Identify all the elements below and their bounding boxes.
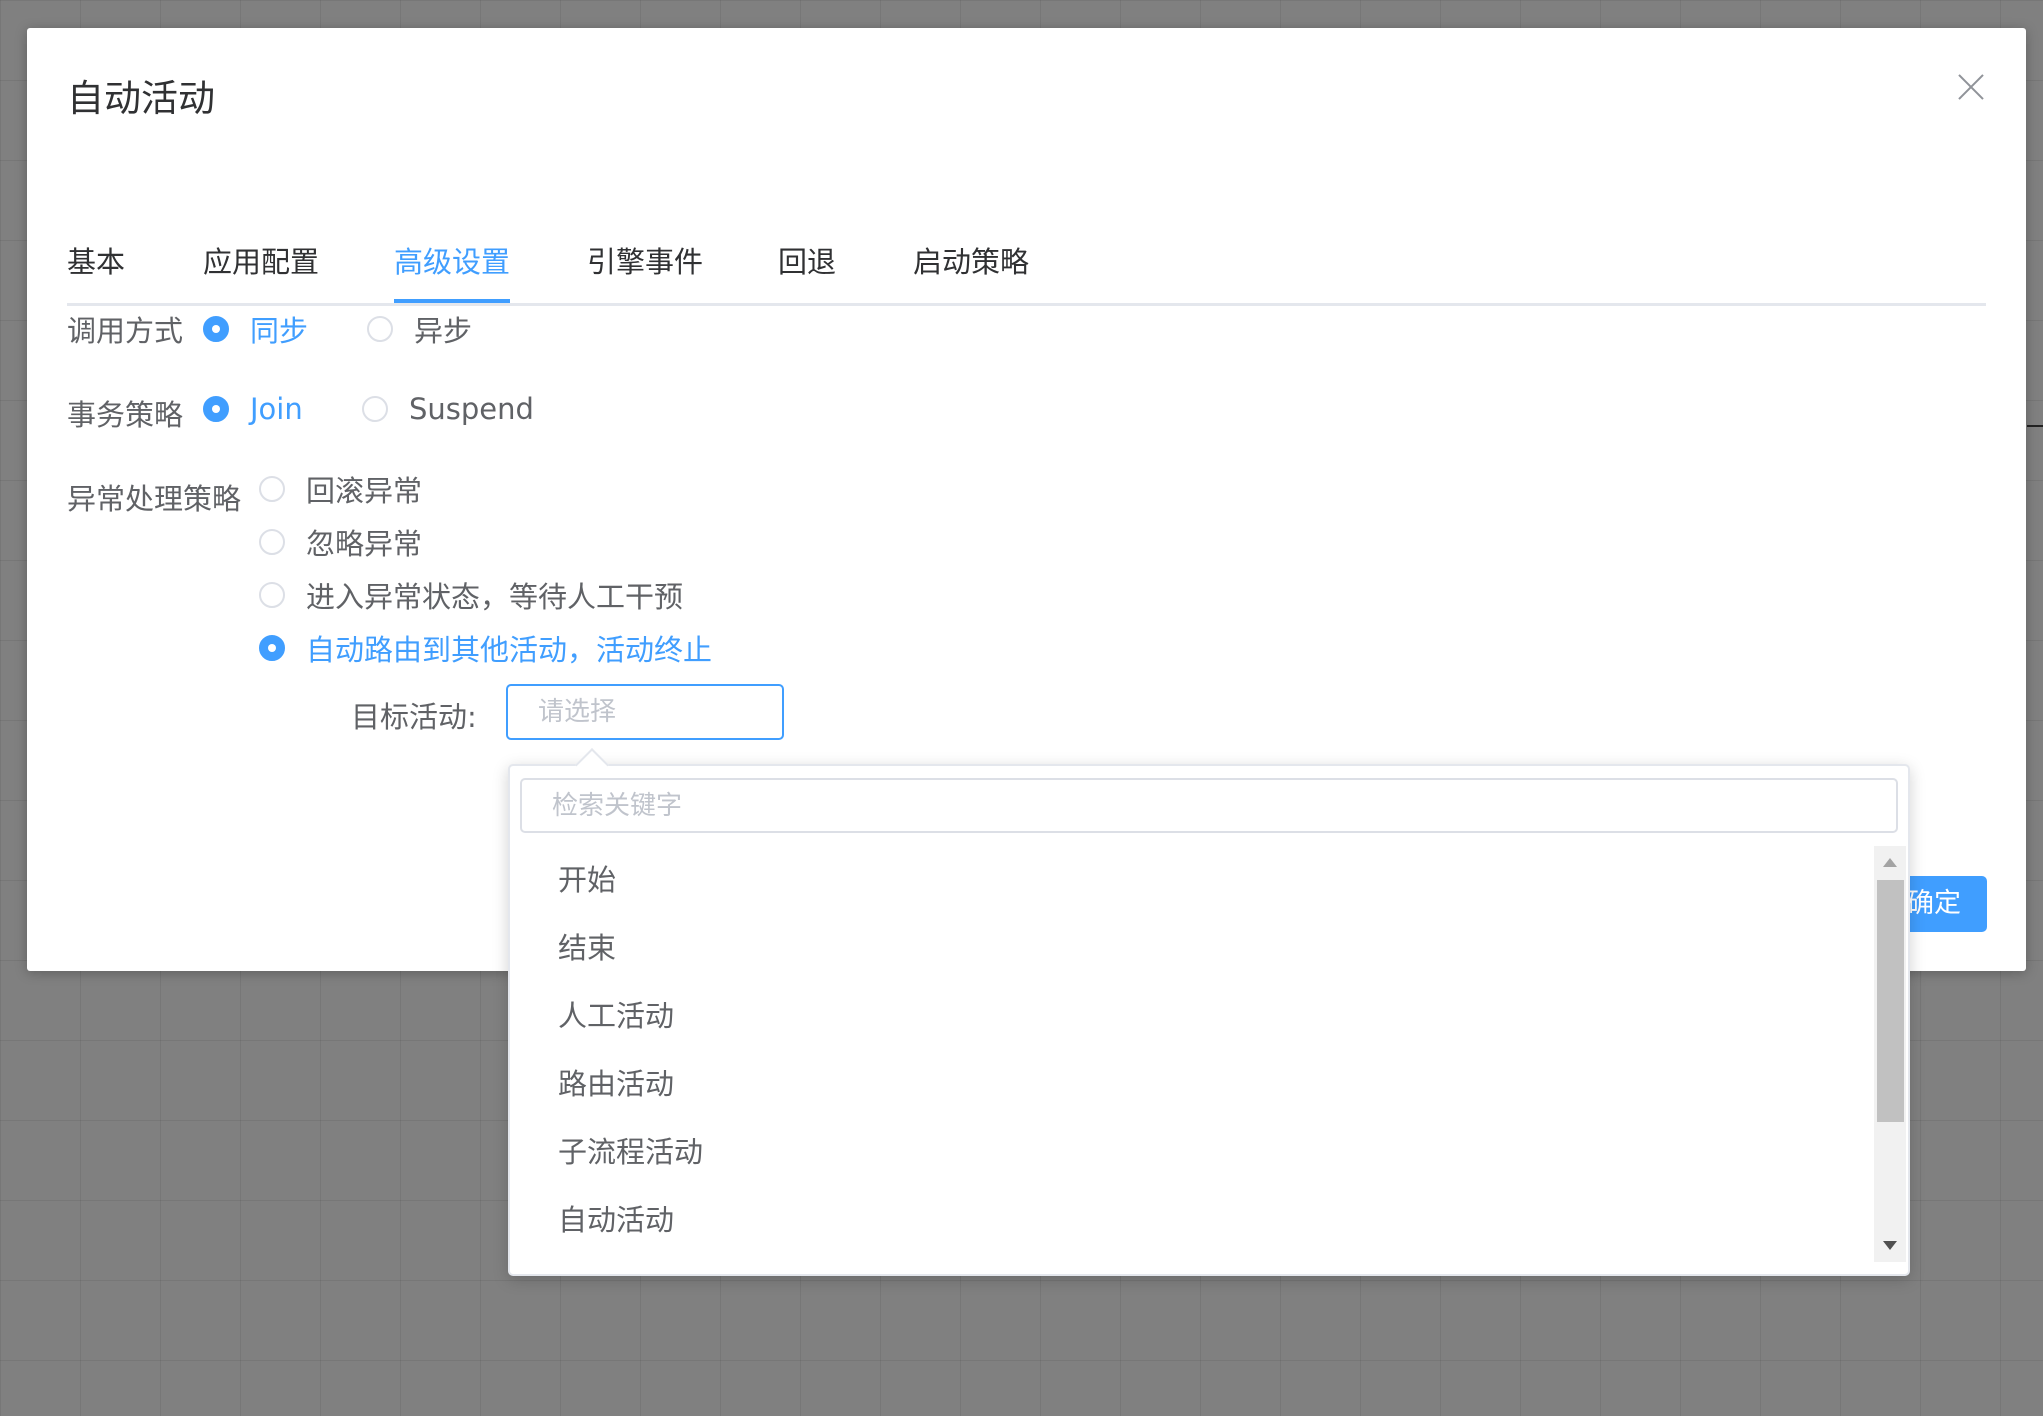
- dropdown-option-auto-activity[interactable]: 自动活动: [510, 1186, 1874, 1254]
- transaction-strategy-label: 事务策略: [67, 398, 184, 432]
- tab-bar: 基本 应用配置 高级设置 引擎事件 回退 启动策略: [67, 213, 1986, 306]
- radio-label: Suspend: [409, 392, 534, 426]
- radio-circle: [259, 582, 285, 608]
- tab-advanced-settings[interactable]: 高级设置: [394, 213, 511, 303]
- call-mode-label: 调用方式: [67, 314, 184, 348]
- tab-launch-strategy[interactable]: 启动策略: [913, 213, 1029, 300]
- dropdown-scrollbar[interactable]: [1874, 846, 1906, 1262]
- radio-transaction-suspend[interactable]: Suspend: [362, 392, 534, 426]
- target-activity-dropdown: 开始 结束 人工活动 路由活动 子流程活动 自动活动: [508, 764, 1910, 1276]
- radio-circle: [259, 476, 285, 502]
- radio-call-mode-async[interactable]: 异步: [367, 308, 472, 350]
- scrollbar-thumb[interactable]: [1877, 880, 1904, 1122]
- target-activity-label: 目标活动:: [351, 700, 477, 734]
- dropdown-option-route-activity[interactable]: 路由活动: [510, 1050, 1874, 1118]
- radio-label: 异步: [414, 314, 473, 348]
- radio-exception-auto-route[interactable]: 自动路由到其他活动，活动终止: [259, 627, 712, 669]
- tab-basic[interactable]: 基本: [67, 213, 125, 300]
- dialog-title: 自动活动: [67, 77, 215, 120]
- dropdown-option-start[interactable]: 开始: [510, 846, 1874, 914]
- dropdown-option-subprocess-activity[interactable]: 子流程活动: [510, 1118, 1874, 1186]
- tab-app-config[interactable]: 应用配置: [203, 213, 319, 300]
- radio-transaction-join[interactable]: Join: [203, 392, 303, 426]
- dropdown-options-list: 开始 结束 人工活动 路由活动 子流程活动 自动活动: [510, 846, 1874, 1254]
- exception-strategy-label: 异常处理策略: [67, 482, 242, 516]
- scroll-down-arrow-icon[interactable]: [1883, 1241, 1897, 1250]
- tab-rollback[interactable]: 回退: [778, 213, 836, 300]
- radio-label: 回滚异常: [306, 474, 423, 508]
- radio-call-mode-sync[interactable]: 同步: [203, 308, 308, 350]
- radio-label: 同步: [250, 314, 309, 348]
- radio-exception-manual[interactable]: 进入异常状态，等待人工干预: [259, 574, 683, 616]
- radio-circle: [203, 316, 229, 342]
- dropdown-search-input[interactable]: [520, 778, 1898, 833]
- radio-circle: [367, 316, 393, 342]
- dropdown-option-manual-activity[interactable]: 人工活动: [510, 982, 1874, 1050]
- radio-label: Join: [250, 392, 303, 426]
- background-line-mark: [2027, 425, 2043, 427]
- close-icon[interactable]: [1954, 70, 1988, 104]
- radio-circle: [362, 396, 388, 422]
- radio-label: 自动路由到其他活动，活动终止: [306, 633, 713, 667]
- radio-label: 进入异常状态，等待人工干预: [306, 580, 684, 614]
- radio-exception-rollback[interactable]: 回滚异常: [259, 468, 422, 510]
- radio-circle: [203, 396, 229, 422]
- radio-label: 忽略异常: [306, 527, 423, 561]
- radio-exception-ignore[interactable]: 忽略异常: [259, 521, 422, 563]
- tab-engine-events[interactable]: 引擎事件: [587, 213, 703, 300]
- target-activity-select[interactable]: [506, 684, 784, 740]
- radio-circle: [259, 529, 285, 555]
- scroll-up-arrow-icon[interactable]: [1883, 858, 1897, 867]
- dropdown-option-end[interactable]: 结束: [510, 914, 1874, 982]
- radio-circle: [259, 635, 285, 661]
